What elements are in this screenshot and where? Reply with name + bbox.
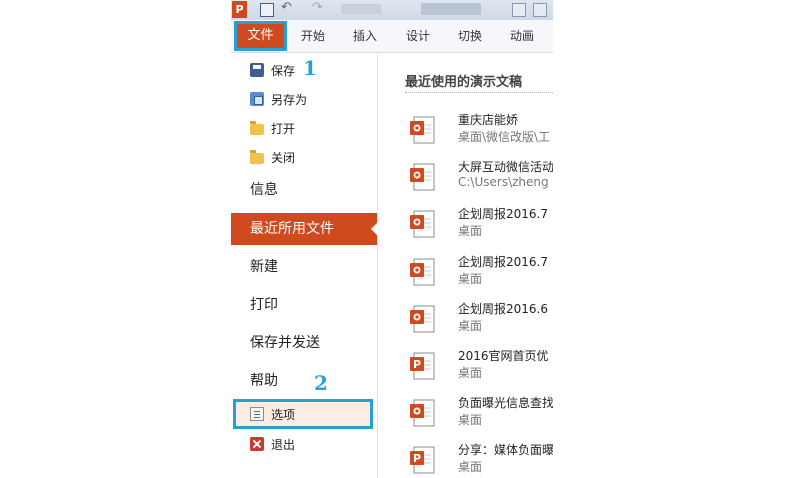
recent-file-name: 企划周报2016.7 (458, 254, 548, 269)
recent-file-item[interactable]: 重庆店能娇桌面\微信改版\工 (378, 107, 553, 151)
recent-file-path: 桌面 (458, 366, 483, 380)
menu-open[interactable]: 打开 (231, 116, 377, 140)
open-folder-icon (250, 120, 264, 135)
annotation-marker-2: 2 (314, 371, 328, 395)
quick-access-toolbar: P ↶ ↷ (231, 0, 553, 21)
close-folder-icon (250, 149, 264, 164)
file-menu-sidebar: 保存 1 另存为 打开 关闭 信息 最近所用文件 新建 打印 保存并发送 帮助 … (231, 53, 378, 478)
recent-file-name: 企划周报2016.6 (458, 301, 548, 316)
menu-info[interactable]: 信息 (231, 173, 377, 207)
save-icon (250, 63, 264, 77)
recent-files-panel: 最近使用的演示文稿 重庆店能娇 桌面\微信改版\工 大屏互动微信活动 C:\Users… (378, 53, 553, 478)
recent-file-item[interactable]: 企划周报2016.6 桌面 (378, 296, 553, 340)
recent-file-path: 桌面\微信改版\工 (458, 130, 551, 144)
recent-file-item[interactable]: 负面曝光信息查找 桌面 (378, 390, 553, 434)
recent-presentations-heading: 最近使用的演示文稿 (405, 75, 523, 90)
recent-file-path: 桌面 (458, 224, 483, 239)
undo-icon[interactable]: ↶ (281, 0, 292, 15)
pptx-file-icon (410, 163, 435, 191)
recent-file-name: 企划周报2016.7 (458, 207, 548, 222)
save-as-icon (250, 92, 264, 106)
svg-text:P: P (413, 452, 421, 465)
menu-new[interactable]: 新建 (231, 250, 377, 284)
recent-file-path: 桌面 (458, 413, 483, 428)
redo-icon[interactable]: ↷ (312, 0, 323, 15)
menu-help[interactable]: 帮助 (231, 364, 377, 398)
pptx-file-icon (410, 116, 435, 144)
pptx-file-icon (410, 258, 435, 286)
menu-close[interactable]: 关闭 (231, 145, 377, 169)
recent-file-name: 重庆店能娇 (458, 113, 519, 127)
title-blurred (421, 3, 481, 15)
menu-exit[interactable]: 退出 (231, 432, 377, 456)
menu-options-label: 选项 (271, 407, 296, 422)
powerpoint-window: P ↶ ↷ 文件 开始 插入 设计 切换 动画 保存 1 另存为 打开 关闭 信… (231, 0, 553, 478)
svg-text:P: P (413, 358, 421, 371)
pptx-file-icon (410, 210, 435, 238)
pptx-file-icon (410, 399, 435, 427)
recent-file-path: 桌面 (458, 271, 483, 286)
menu-open-label: 打开 (271, 121, 296, 136)
tab-insert[interactable]: 插入 (353, 20, 377, 52)
annotation-marker-1: 1 (303, 56, 317, 80)
menu-save-as-label: 另存为 (271, 92, 308, 107)
menu-save-label: 保存 (271, 63, 296, 78)
menu-options[interactable]: 选项 (231, 402, 377, 426)
menu-save-as[interactable]: 另存为 (231, 87, 377, 111)
recent-file-item[interactable]: 大屏互动微信活动 C:\Users\zheng (378, 154, 553, 198)
recent-file-item[interactable]: P 2016官网首页优 桌面 (378, 343, 553, 387)
menu-recent[interactable]: 最近所用文件 (231, 213, 378, 245)
menu-exit-label: 退出 (271, 437, 296, 452)
quick-access-blurred (341, 4, 381, 14)
tab-design[interactable]: 设计 (406, 20, 430, 52)
recent-file-item[interactable]: P 分享：媒体负面曝 桌面 (378, 437, 553, 478)
tab-home[interactable]: 开始 (301, 20, 325, 52)
tab-file[interactable]: 文件 (234, 21, 287, 51)
recent-file-name: 负面曝光信息查找 (458, 396, 553, 411)
recent-file-path: C:\Users\zheng (458, 175, 549, 190)
pptx-file-icon (410, 305, 435, 333)
recent-file-name: 分享：媒体负面曝 (458, 443, 553, 458)
ppt-file-icon: P (410, 446, 435, 474)
ribbon-tabs: 文件 开始 插入 设计 切换 动画 (231, 20, 553, 53)
exit-icon (250, 437, 264, 451)
tab-transitions[interactable]: 切换 (458, 20, 482, 52)
maximize-icon[interactable] (533, 3, 547, 17)
ppt-file-icon: P (410, 352, 435, 380)
recent-file-name: 2016官网首页优 (458, 349, 549, 363)
options-icon (250, 407, 264, 421)
recent-file-name: 大屏互动微信活动 (458, 160, 553, 175)
menu-close-label: 关闭 (271, 150, 296, 165)
menu-print[interactable]: 打印 (231, 288, 377, 322)
tab-animations[interactable]: 动画 (510, 20, 534, 52)
recent-file-path: 桌面 (458, 318, 483, 333)
menu-save-and-send[interactable]: 保存并发送 (231, 326, 377, 360)
powerpoint-app-icon[interactable]: P (232, 1, 247, 18)
minimize-icon[interactable] (512, 3, 526, 17)
recent-file-path: 桌面 (458, 460, 483, 475)
save-icon[interactable] (260, 3, 274, 17)
heading-divider (405, 92, 553, 93)
recent-file-item[interactable]: 企划周报2016.7 桌面 (378, 201, 553, 245)
recent-file-item[interactable]: 企划周报2016.7 桌面 (378, 249, 553, 293)
